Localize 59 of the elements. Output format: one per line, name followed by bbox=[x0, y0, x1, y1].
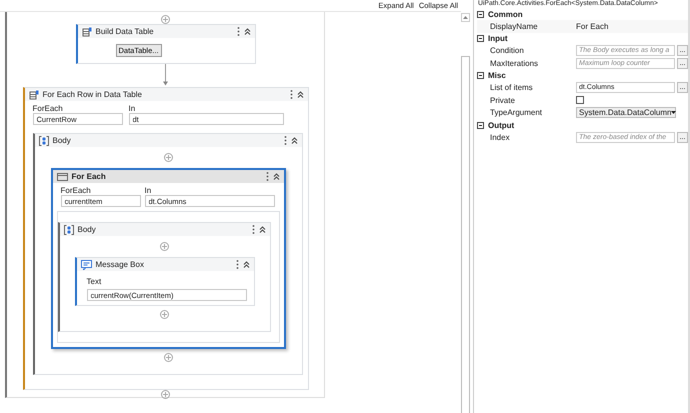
connector-arrow bbox=[161, 64, 170, 87]
field-label: ForEach bbox=[32, 104, 64, 113]
collapse-icon[interactable] bbox=[477, 35, 484, 42]
property-name: Condition bbox=[490, 46, 525, 56]
scroll-up-button[interactable] bbox=[461, 13, 470, 22]
collapse-icon[interactable] bbox=[477, 122, 484, 128]
table-icon bbox=[28, 90, 38, 100]
add-icon bbox=[161, 15, 170, 24]
type-dropdown[interactable]: System.Data.DataColumn bbox=[576, 107, 676, 118]
collapse-icon[interactable] bbox=[477, 72, 484, 79]
collapse-icon[interactable] bbox=[296, 91, 304, 98]
caret-icon bbox=[671, 111, 676, 114]
category-header: Output bbox=[488, 120, 514, 130]
sequence-icon bbox=[38, 136, 48, 146]
table-icon bbox=[82, 26, 92, 36]
property-name: DisplayName bbox=[490, 22, 539, 31]
category-header: Misc bbox=[488, 71, 506, 80]
more-icon[interactable] bbox=[252, 225, 254, 234]
add-icon bbox=[164, 153, 172, 162]
category-header: Common bbox=[488, 10, 523, 18]
property-name: MaxIterations bbox=[490, 58, 540, 68]
activity-title: For Each Row in Data Table bbox=[42, 90, 143, 99]
collapse-icon[interactable] bbox=[290, 137, 298, 144]
activity-title: For Each bbox=[72, 172, 107, 181]
message-icon bbox=[80, 260, 92, 270]
more-icon[interactable] bbox=[236, 27, 240, 36]
property-name: Index bbox=[490, 132, 511, 142]
frame-icon bbox=[56, 172, 68, 181]
more-icon[interactable] bbox=[266, 172, 268, 181]
field-label: Text bbox=[86, 277, 102, 286]
more-icon[interactable] bbox=[290, 90, 292, 99]
activity-title: Build Data Table bbox=[96, 27, 155, 36]
up-arrow-icon bbox=[463, 16, 468, 19]
field-label: In bbox=[128, 104, 136, 113]
more-icon[interactable] bbox=[284, 136, 286, 145]
collapse-icon[interactable] bbox=[477, 10, 484, 18]
property-name: TypeArgument bbox=[490, 108, 544, 118]
private-checkbox[interactable] bbox=[576, 96, 584, 104]
scrollbar-thumb[interactable] bbox=[461, 56, 470, 413]
activity-title: Body bbox=[78, 225, 97, 234]
add-icon bbox=[161, 390, 170, 399]
field-label: ForEach bbox=[60, 186, 92, 195]
field-label: In bbox=[144, 186, 152, 195]
property-value: For Each bbox=[576, 22, 608, 31]
property-name: List of items bbox=[490, 83, 534, 92]
category-header: Input bbox=[488, 34, 508, 43]
more-icon[interactable] bbox=[236, 260, 238, 269]
add-icon bbox=[160, 242, 169, 251]
activity-title: Body bbox=[52, 136, 72, 145]
activity-title: Message Box bbox=[96, 260, 145, 269]
add-icon bbox=[164, 353, 172, 362]
sequence-icon bbox=[64, 224, 74, 234]
collapse-icon[interactable] bbox=[242, 261, 250, 268]
collapse-icon[interactable] bbox=[272, 173, 280, 180]
add-icon bbox=[160, 310, 169, 319]
collapse-icon[interactable] bbox=[244, 28, 250, 35]
property-name: Private bbox=[490, 96, 516, 105]
dropdown-value: System.Data.DataColumn bbox=[579, 108, 672, 118]
collapse-icon[interactable] bbox=[258, 226, 266, 233]
